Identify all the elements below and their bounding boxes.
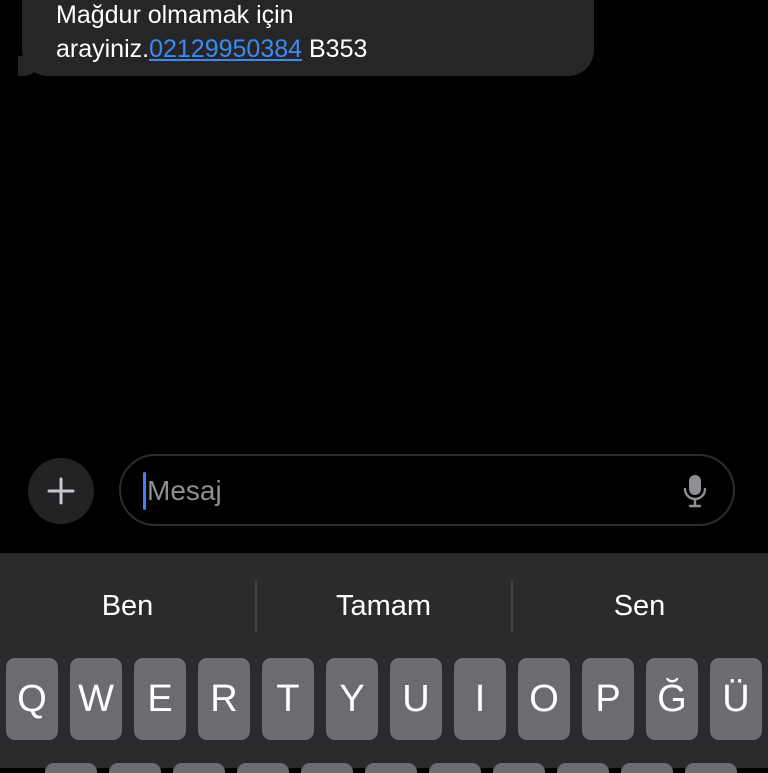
key-o[interactable]: O xyxy=(518,658,570,740)
key-row2-partial[interactable] xyxy=(621,763,673,773)
add-attachment-button[interactable] xyxy=(28,458,94,524)
microphone-icon[interactable] xyxy=(683,474,707,508)
phone-number-link[interactable]: 02129950384 xyxy=(149,35,302,63)
key-row2-partial[interactable] xyxy=(45,763,97,773)
key-u-umlaut[interactable]: Ü xyxy=(710,658,762,740)
key-i[interactable]: I xyxy=(454,658,506,740)
key-r[interactable]: R xyxy=(198,658,250,740)
received-message-bubble[interactable]: Mağdur olmamak için arayiniz.02129950384… xyxy=(22,0,594,76)
plus-icon xyxy=(47,477,75,505)
suggestion-1[interactable]: Ben xyxy=(0,579,255,633)
key-y[interactable]: Y xyxy=(326,658,378,740)
key-row2-partial[interactable] xyxy=(429,763,481,773)
key-q[interactable]: Q xyxy=(6,658,58,740)
key-row2-partial[interactable] xyxy=(685,763,737,773)
key-row2-partial[interactable] xyxy=(557,763,609,773)
suggestion-2[interactable]: Tamam xyxy=(256,579,511,633)
key-g-breve[interactable]: Ğ xyxy=(646,658,698,740)
message-compose-field[interactable] xyxy=(119,454,735,526)
predictive-text-bar: Ben Tamam Sen xyxy=(0,579,768,633)
key-row2-partial[interactable] xyxy=(109,763,161,773)
message-text-suffix: B353 xyxy=(302,35,368,63)
key-t[interactable]: T xyxy=(262,658,314,740)
key-row2-partial[interactable] xyxy=(237,763,289,773)
message-text-prefix: arayiniz. xyxy=(56,35,150,63)
key-w[interactable]: W xyxy=(70,658,122,740)
suggestion-3[interactable]: Sen xyxy=(512,579,767,633)
message-input[interactable] xyxy=(145,464,669,518)
key-u[interactable]: U xyxy=(390,658,442,740)
keyboard: Ben Tamam Sen Q W E R T Y U I O P Ğ Ü xyxy=(0,553,768,773)
message-line-2: arayiniz.02129950384 B353 xyxy=(56,32,574,66)
message-line-1: Mağdur olmamak için xyxy=(56,1,294,29)
key-row2-partial[interactable] xyxy=(173,763,225,773)
key-p[interactable]: P xyxy=(582,658,634,740)
key-row2-partial[interactable] xyxy=(493,763,545,773)
key-row2-partial[interactable] xyxy=(365,763,417,773)
key-row2-partial[interactable] xyxy=(301,763,353,773)
key-e[interactable]: E xyxy=(134,658,186,740)
